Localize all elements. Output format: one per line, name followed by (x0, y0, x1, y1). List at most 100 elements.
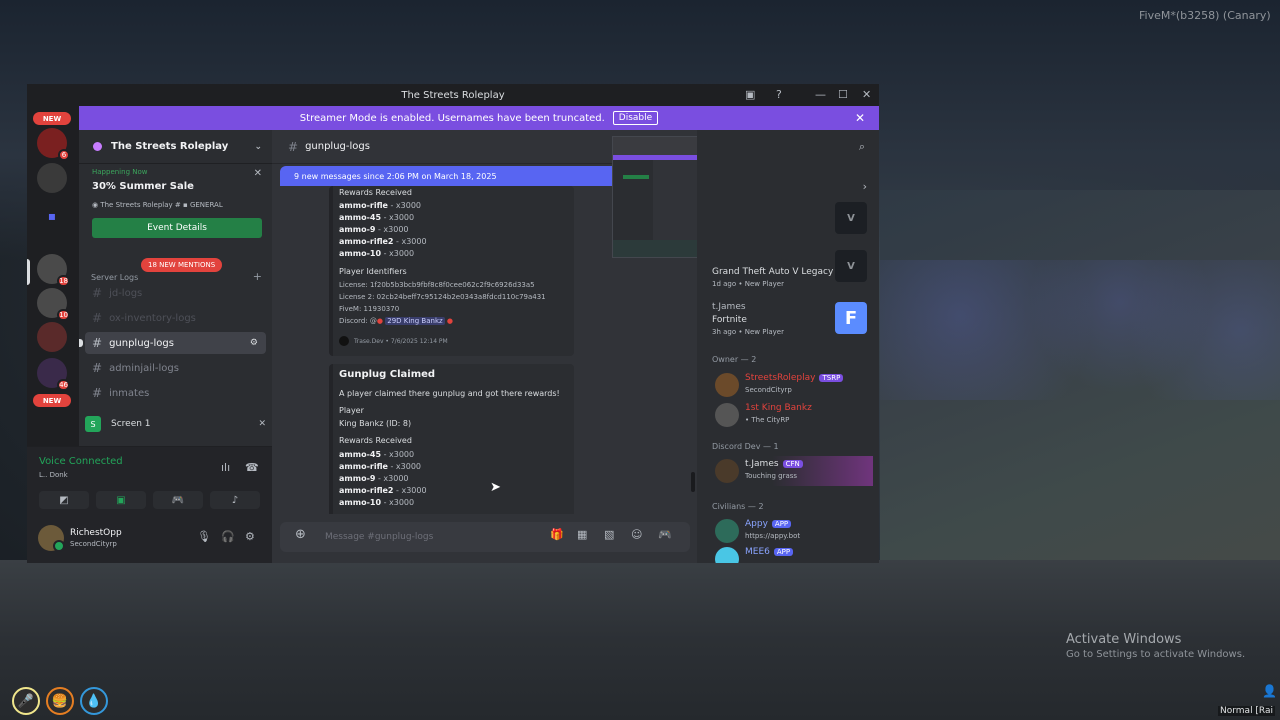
member-item[interactable]: StreetsRoleplay TSRP SecondCityrp (705, 370, 873, 400)
event-location: ◉ The Streets Roleplay # ▪ GENERAL (92, 201, 223, 209)
event-details-button[interactable]: Event Details (92, 218, 262, 238)
identifiers-header: Player Identifiers (339, 267, 407, 276)
user-mention[interactable]: 29D King Bankz (385, 317, 445, 325)
soundboard-button[interactable]: ♪ (210, 491, 260, 509)
role-header: Civilians — 2 (712, 502, 764, 511)
member-item[interactable]: Appy APP https://appy.bot (705, 516, 873, 546)
close-icon[interactable]: ✕ (862, 88, 871, 101)
hash-icon: # (92, 386, 103, 400)
player-value: King Bankz (ID: 8) (339, 419, 412, 428)
server-icon[interactable]: 46 (37, 358, 70, 391)
close-icon[interactable]: ✕ (254, 168, 262, 179)
channel-item[interactable]: # inmates (85, 382, 266, 404)
apps-icon[interactable]: 🎮 (658, 528, 672, 541)
activity-name[interactable]: Grand Theft Auto V Legacy (712, 267, 833, 277)
reward-item: ammo-45 - x3000 (339, 213, 415, 222)
hash-icon: # (92, 311, 103, 325)
member-tag: CFN (782, 460, 803, 468)
user-name[interactable]: RichestOpp (70, 528, 122, 538)
channel-item[interactable]: # jd-logs (85, 282, 266, 304)
minimize-icon[interactable]: — (815, 88, 826, 101)
event-status: Happening Now (92, 168, 148, 176)
channel-item-active[interactable]: # gunplug-logs ⚙ (79, 332, 266, 354)
preview-button (623, 175, 649, 179)
server-icon[interactable]: 6 (37, 128, 70, 161)
new-mentions-badge[interactable]: 18 NEW MENTIONS (141, 258, 223, 272)
help-icon[interactable]: ? (776, 88, 782, 101)
avatar (715, 547, 739, 563)
member-status: • The CityRP (745, 416, 790, 424)
trase-logo-icon (339, 336, 349, 346)
search-icon[interactable]: ⌕ (859, 140, 865, 154)
voice-channel: L.. Donk (39, 471, 68, 479)
water-icon: 💧 (80, 687, 108, 715)
screen-icon: S (85, 416, 101, 432)
close-icon[interactable]: ✕ (855, 111, 865, 125)
inbox-icon[interactable]: ▣ (745, 88, 755, 101)
channel-item[interactable]: # ox-inventory-logs (85, 307, 266, 329)
member-status: Touching grass (745, 472, 798, 480)
avatar (715, 403, 739, 427)
channel-title: gunplug-logs (305, 141, 370, 152)
folder-icon[interactable]: ▪ (37, 201, 67, 231)
voice-status[interactable]: Voice Connected (39, 456, 123, 467)
message-composer: ⊕ 🎁 ▦ ▧ ☺ 🎮 (272, 514, 697, 563)
reward-item: ammo-rifle2 - x3000 (339, 486, 427, 495)
reward-item: ammo-45 - x3000 (339, 450, 415, 459)
category-label[interactable]: Server Logs (91, 273, 138, 282)
headphones-icon[interactable]: 🎧 (221, 530, 235, 543)
server-header[interactable]: The Streets Roleplay ⌄ (79, 130, 272, 164)
disable-streamer-button[interactable]: Disable (612, 111, 659, 125)
mode-tag: Normal [Rai (1218, 706, 1276, 716)
member-name: StreetsRoleplay TSRP (745, 373, 844, 383)
reward-item: ammo-9 - x3000 (339, 474, 409, 483)
activity-button[interactable]: 🎮 (153, 491, 203, 509)
gif-icon[interactable]: ▦ (577, 528, 587, 541)
avatar[interactable] (38, 525, 65, 552)
server-icon[interactable] (37, 163, 67, 193)
streamer-mode-banner: Streamer Mode is enabled. Usernames have… (79, 106, 879, 130)
activity-user[interactable]: t.James (712, 302, 746, 312)
gta-icon: V (835, 250, 867, 282)
hash-icon: # (92, 286, 103, 300)
server-icon[interactable] (37, 322, 67, 352)
member-item[interactable]: 1st King Bankz • The CityRP (705, 400, 873, 430)
unread-badge: 46 (57, 379, 70, 391)
member-list: ⌕ › V V Grand Theft Auto V Legacy 1d ago… (697, 130, 879, 563)
hash-icon: # (288, 139, 299, 154)
scroll-thumb[interactable] (691, 472, 695, 492)
new-messages-text: 9 new messages since 2:06 PM on March 18… (294, 171, 497, 181)
new-badge: NEW (33, 394, 71, 407)
screen-share-row[interactable]: S Screen 1 ✕ (85, 414, 266, 434)
screen-share-button[interactable]: ▣ (96, 491, 146, 509)
sticker-icon[interactable]: ▧ (604, 528, 614, 541)
server-icon-streets[interactable]: 18 (37, 254, 70, 287)
emoji-icon[interactable]: ☺ (631, 528, 642, 541)
role-header: Owner — 2 (712, 355, 757, 364)
close-icon[interactable]: ✕ (258, 419, 266, 429)
server-icon[interactable]: 10 (37, 288, 70, 321)
camera-button[interactable]: ◩ (39, 491, 89, 509)
gift-icon[interactable]: 🎁 (550, 528, 564, 541)
activity-name[interactable]: Fortnite (712, 315, 747, 325)
activity-sub: 1d ago • New Player (712, 280, 784, 288)
reward-item: ammo-rifle - x3000 (339, 201, 422, 210)
hash-icon: # (92, 336, 103, 350)
reward-item: ammo-10 - x3000 (339, 498, 415, 507)
rewards-header: Rewards Received (339, 436, 412, 445)
event-card: Happening Now 30% Summer Sale ✕ ◉ The St… (79, 164, 272, 250)
new-badge: NEW (33, 112, 71, 125)
add-attachment-icon[interactable]: ⊕ (295, 527, 306, 542)
member-item[interactable]: MEE6 APP (705, 544, 873, 563)
noise-icon[interactable]: ılı (221, 461, 230, 474)
chevron-down-icon[interactable]: ⌄ (254, 142, 262, 152)
channel-item[interactable]: # adminjail-logs (85, 357, 266, 379)
settings-icon[interactable]: ⚙ (250, 338, 258, 348)
gear-icon[interactable]: ⚙ (245, 530, 255, 543)
maximize-icon[interactable]: ☐ (838, 88, 848, 101)
microphone-icon[interactable]: 🎙 (197, 530, 211, 543)
member-item[interactable]: t.James CFN Touching grass (705, 456, 873, 486)
message-input[interactable] (325, 530, 545, 544)
disconnect-icon[interactable]: ☎ (245, 461, 259, 474)
chevron-right-icon[interactable]: › (863, 180, 867, 193)
